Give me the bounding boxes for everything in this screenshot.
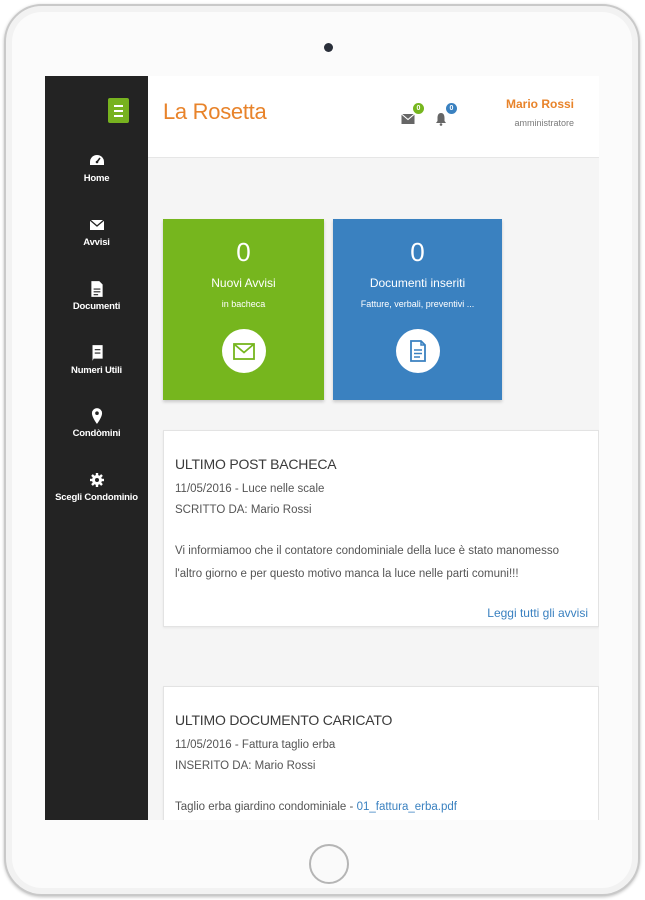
last-document-heading: ULTIMO DOCUMENTO CARICATO: [175, 712, 393, 728]
gear-icon: [89, 473, 104, 487]
document-file-link[interactable]: 01_fattura_erba.pdf: [357, 801, 457, 813]
envelope-icon: [232, 342, 255, 360]
hamburger-line: [114, 114, 123, 117]
user-name[interactable]: Mario Rossi: [506, 97, 574, 111]
last-post-heading: ULTIMO POST BACHECA: [175, 456, 337, 472]
hamburger-line: [114, 109, 123, 112]
read-all-avvisi-link[interactable]: Leggi tutti gli avvisi: [487, 606, 588, 620]
menu-toggle-button[interactable]: [108, 98, 129, 123]
documenti-count: 0: [410, 237, 425, 267]
bell-icon: [436, 113, 446, 126]
envelope-icon: [401, 113, 415, 124]
last-post-body-line-1: Vi informiamoo che il contatore condomin…: [175, 545, 559, 557]
app-title: La Rosetta: [163, 99, 267, 124]
app-screen: Home Avvisi Documenti Numeri Utili Condò…: [45, 76, 599, 820]
last-post-body-line-2: l'altro giorno e per questo motivo manca…: [175, 568, 519, 580]
last-post-meta: 11/05/2016 - Luce nelle scale: [175, 483, 325, 495]
sidebar-item-label: Home: [83, 173, 110, 184]
hamburger-icon: [114, 104, 123, 107]
last-document-meta: 11/05/2016 - Fattura taglio erba: [175, 739, 336, 751]
sidebar-item-scegli-condominio[interactable]: Scegli Condominio: [45, 471, 148, 503]
sidebar-item-home[interactable]: Home: [45, 152, 148, 184]
map-pin-icon: [91, 408, 102, 424]
messages-button[interactable]: 0: [398, 103, 424, 129]
sidebar: Home Avvisi Documenti Numeri Utili Condò…: [45, 76, 148, 820]
document-icon: [409, 340, 426, 362]
sidebar-item-label: Scegli Condominio: [55, 492, 138, 503]
last-document-panel: ULTIMO DOCUMENTO CARICATO 11/05/2016 - F…: [163, 686, 599, 820]
envelope-icon: [89, 219, 104, 230]
last-document-description: Taglio erba giardino condominiale - 01_f…: [175, 801, 457, 813]
documenti-card[interactable]: 0 Documenti inseriti Fatture, verbali, p…: [333, 219, 502, 400]
sidebar-item-documenti[interactable]: Documenti: [45, 280, 148, 312]
notifications-badge: 0: [446, 103, 457, 114]
sidebar-item-label: Numeri Utili: [71, 365, 122, 376]
last-document-author: INSERITO DA: Mario Rossi: [175, 760, 316, 772]
top-bar: La Rosetta 0 0 Mario Rossi amministrator…: [148, 76, 599, 158]
last-post-panel: ULTIMO POST BACHECA 11/05/2016 - Luce ne…: [163, 430, 599, 627]
avvisi-count: 0: [236, 237, 251, 267]
documenti-card-subtitle: Fatture, verbali, preventivi ...: [360, 299, 475, 309]
documenti-card-icon-circle: [395, 329, 440, 373]
avvisi-card-title: Nuovi Avvisi: [211, 276, 276, 290]
avvisi-card-icon-circle: [221, 329, 266, 373]
document-description-text: Taglio erba giardino condominiale -: [175, 801, 357, 813]
camera-dot: [324, 43, 333, 52]
avvisi-card[interactable]: 0 Nuovi Avvisi in bacheca: [163, 219, 324, 400]
sidebar-item-avvisi[interactable]: Avvisi: [45, 216, 148, 248]
last-post-author: SCRITTO DA: Mario Rossi: [175, 504, 312, 516]
sidebar-item-condomini[interactable]: Condòmini: [45, 407, 148, 439]
sidebar-item-label: Avvisi: [83, 237, 110, 248]
sidebar-item-label: Documenti: [72, 301, 121, 312]
messages-badge: 0: [413, 103, 424, 114]
avvisi-card-subtitle: in bacheca: [221, 299, 266, 309]
notifications-button[interactable]: 0: [431, 103, 457, 129]
documenti-card-title: Documenti inseriti: [369, 276, 466, 290]
user-role: amministratore: [514, 118, 574, 128]
document-icon: [90, 281, 103, 297]
home-button[interactable]: [309, 844, 349, 884]
sidebar-item-label: Condòmini: [72, 428, 121, 439]
dashboard-icon: [89, 155, 104, 165]
sidebar-item-numeri-utili[interactable]: Numeri Utili: [45, 344, 148, 376]
phone-book-icon: [92, 345, 103, 361]
